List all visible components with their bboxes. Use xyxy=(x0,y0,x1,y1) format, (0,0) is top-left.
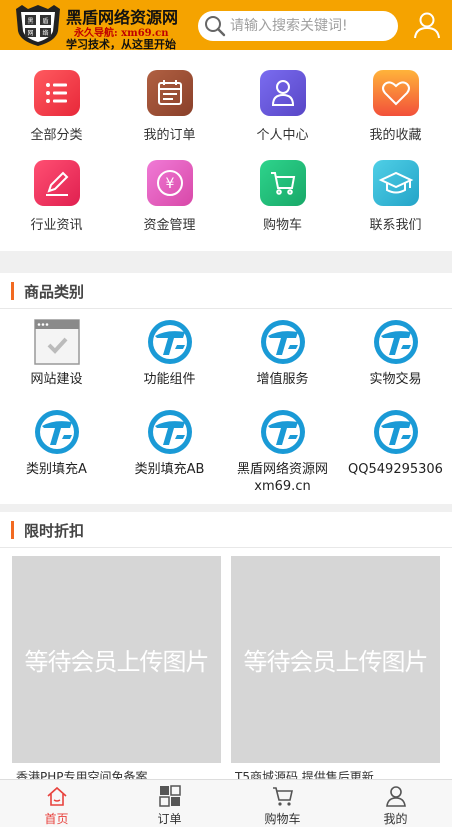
discount-section: 限时折扣 等待会员上传图片 香港PHP专用空间免备案 等待会员上传图片 T5商城… xyxy=(0,512,452,779)
quick-item-label: 联系我们 xyxy=(369,218,422,233)
quick-item-contact-us[interactable]: 联系我们 xyxy=(339,158,452,250)
category-item-components[interactable]: 功能组件 xyxy=(113,309,226,404)
quick-item-label: 行业资讯 xyxy=(30,218,83,233)
browser-check-icon xyxy=(34,319,80,365)
brand-t-icon xyxy=(261,320,305,364)
graduation-cap-icon xyxy=(373,160,419,206)
search-icon[interactable] xyxy=(204,15,226,37)
category-item-filler-ab[interactable]: 类别填充AB xyxy=(113,399,226,494)
nav-label: 我的 xyxy=(383,812,408,826)
top-header: 黑 盾 网 络 黑盾网络资源网 永久导航: xm69.cn 学习技术，从这里开始 xyxy=(0,0,452,51)
category-label: 黑盾网络资源网 xm69.cn xyxy=(223,461,342,495)
product-image-placeholder[interactable]: 等待会员上传图片 xyxy=(12,556,221,763)
quick-item-label: 我的订单 xyxy=(143,128,196,143)
category-label: QQ549295306 xyxy=(348,462,443,477)
nav-label: 订单 xyxy=(157,812,182,826)
product-image-text: 等待会员上传图片 xyxy=(243,648,429,676)
category-label: 类别填充A xyxy=(26,462,87,477)
quick-item-my-orders[interactable]: 我的订单 xyxy=(113,68,226,160)
section-accent-bar xyxy=(11,282,14,300)
category-item-website[interactable]: 网站建设 xyxy=(0,309,113,404)
search-box[interactable] xyxy=(198,11,398,41)
category-label: 网站建设 xyxy=(30,372,83,387)
category-item-filler-a[interactable]: 类别填充A xyxy=(0,399,113,494)
svg-text:¥: ¥ xyxy=(166,176,175,192)
heart-icon xyxy=(373,70,419,116)
bottom-nav: 首页 订单 购物车 我的 xyxy=(0,779,452,827)
svg-text:络: 络 xyxy=(42,29,48,37)
shield-logo-icon: 黑 盾 网 络 xyxy=(16,5,60,46)
cart-icon xyxy=(273,787,293,806)
category-label-line2: xm69.cn xyxy=(254,479,311,494)
product-image-text: 等待会员上传图片 xyxy=(24,648,210,676)
pencil-icon xyxy=(34,160,80,206)
section-header: 限时折扣 xyxy=(0,512,452,548)
category-item-physical-goods[interactable]: 实物交易 xyxy=(339,309,452,404)
calendar-icon xyxy=(147,70,193,116)
list-icon xyxy=(34,70,80,116)
search-input[interactable] xyxy=(230,16,390,36)
quick-item-label: 资金管理 xyxy=(143,218,196,233)
quick-item-label: 全部分类 xyxy=(30,128,83,143)
section-title: 商品类别 xyxy=(24,283,85,301)
product-title[interactable]: 香港PHP专用空间免备案 xyxy=(16,768,221,779)
category-section: 商品类别 网站建设 功能组件 增值服务 实物交易 类别填充A 类别填充AB 黑盾… xyxy=(0,273,452,504)
nav-item-home[interactable]: 首页 xyxy=(0,780,113,827)
brand-t-icon xyxy=(374,410,418,454)
quick-item-label: 我的收藏 xyxy=(369,128,422,143)
quick-item-my-favorites[interactable]: 我的收藏 xyxy=(339,68,452,160)
quick-item-industry-news[interactable]: 行业资讯 xyxy=(0,158,113,250)
brand-t-icon xyxy=(148,410,192,454)
nav-item-mine[interactable]: 我的 xyxy=(339,780,452,827)
quick-item-shopping-cart[interactable]: 购物车 xyxy=(226,158,339,250)
nav-item-orders[interactable]: 订单 xyxy=(113,780,226,827)
category-label-line1: 黑盾网络资源网 xyxy=(236,462,328,477)
section-header: 商品类别 xyxy=(0,273,452,309)
category-item-qq[interactable]: QQ549295306 xyxy=(339,399,452,494)
nav-label: 购物车 xyxy=(264,812,301,826)
product-title[interactable]: T5商城源码 提供售后更新 xyxy=(235,768,440,779)
svg-text:盾: 盾 xyxy=(42,18,48,25)
category-label: 功能组件 xyxy=(143,372,196,387)
person-icon xyxy=(260,70,306,116)
product-card[interactable]: 等待会员上传图片 T5商城源码 提供售后更新 xyxy=(231,556,440,779)
section-accent-bar xyxy=(11,521,14,539)
quick-item-all-categories[interactable]: 全部分类 xyxy=(0,68,113,160)
nav-item-cart[interactable]: 购物车 xyxy=(226,780,339,827)
nav-label: 首页 xyxy=(44,812,69,826)
section-title: 限时折扣 xyxy=(24,522,85,540)
user-icon[interactable] xyxy=(413,11,441,39)
category-item-heidun[interactable]: 黑盾网络资源网 xm69.cn xyxy=(226,399,339,494)
user-icon xyxy=(386,786,406,807)
product-image-placeholder[interactable]: 等待会员上传图片 xyxy=(231,556,440,763)
quick-item-label: 个人中心 xyxy=(256,128,309,143)
quick-item-label: 购物车 xyxy=(262,218,302,233)
home-icon xyxy=(47,786,67,806)
category-item-value-added[interactable]: 增值服务 xyxy=(226,309,339,404)
svg-text:网: 网 xyxy=(27,30,33,37)
brand-t-icon xyxy=(35,410,79,454)
category-label: 增值服务 xyxy=(256,372,309,387)
quick-item-fund-management[interactable]: ¥ 资金管理 xyxy=(113,158,226,250)
brand-t-icon xyxy=(261,410,305,454)
quick-menu: 全部分类 我的订单 个人中心 我的收藏 行业资讯 ¥ 资金管理 购物车 联系我们 xyxy=(0,50,452,251)
site-logo[interactable]: 黑 盾 网 络 黑盾网络资源网 永久导航: xm69.cn 学习技术，从这里开始 xyxy=(8,3,194,51)
grid-icon xyxy=(159,785,181,807)
brand-t-icon xyxy=(148,320,192,364)
category-label: 实物交易 xyxy=(369,372,422,387)
cart-icon xyxy=(260,160,306,206)
yen-icon: ¥ xyxy=(147,160,193,206)
svg-text:黑: 黑 xyxy=(27,18,33,25)
category-label: 类别填充AB xyxy=(134,462,205,477)
product-card[interactable]: 等待会员上传图片 香港PHP专用空间免备案 xyxy=(12,556,221,779)
quick-item-personal-center[interactable]: 个人中心 xyxy=(226,68,339,160)
brand-t-icon xyxy=(374,320,418,364)
